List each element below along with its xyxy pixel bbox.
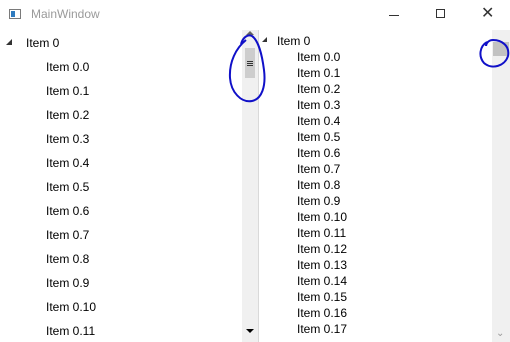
tree-child-item[interactable]: Item 0.16 bbox=[297, 306, 347, 320]
tree-child-item[interactable]: Item 0.17 bbox=[297, 322, 347, 336]
tree-child-item[interactable]: Item 0.8 bbox=[46, 252, 89, 266]
tree-child-item[interactable]: Item 0.4 bbox=[46, 156, 89, 170]
tree-child-item[interactable]: Item 0.3 bbox=[46, 132, 89, 146]
close-button[interactable]: ✕ bbox=[464, 0, 510, 30]
tree-child-item[interactable]: Item 0.2 bbox=[46, 108, 89, 122]
tree-child-item[interactable]: Item 0.5 bbox=[297, 130, 340, 144]
left-scrollbar-thumb[interactable] bbox=[245, 48, 255, 78]
tree-child-item[interactable]: Item 0.12 bbox=[297, 242, 347, 256]
right-vertical-scrollbar[interactable] bbox=[492, 30, 510, 342]
tree-root-item[interactable]: Item 0 bbox=[277, 34, 310, 48]
tree-child-item[interactable]: Item 0.0 bbox=[46, 60, 89, 74]
maximize-button[interactable] bbox=[418, 0, 464, 30]
tree-child-item[interactable]: Item 0.10 bbox=[46, 300, 96, 314]
tree-child-item[interactable]: Item 0.15 bbox=[297, 290, 347, 304]
tree-child-item[interactable]: Item 0.0 bbox=[297, 50, 340, 64]
right-scrollbar-thumb[interactable] bbox=[493, 42, 509, 56]
minimize-icon bbox=[389, 15, 399, 16]
tree-child-item[interactable]: Item 0.5 bbox=[46, 180, 89, 194]
tree-child-item[interactable]: Item 0.10 bbox=[297, 210, 347, 224]
expanded-triangle-icon[interactable] bbox=[262, 37, 267, 42]
tree-root-item[interactable]: Item 0 bbox=[26, 36, 59, 50]
tree-child-item[interactable]: Item 0.1 bbox=[297, 66, 340, 80]
scroll-up-arrow-icon[interactable] bbox=[246, 31, 254, 35]
tree-child-item[interactable]: Item 0.7 bbox=[46, 228, 89, 242]
close-icon: ✕ bbox=[481, 5, 495, 22]
tree-child-item[interactable]: Item 0.3 bbox=[297, 98, 340, 112]
scroll-down-arrow-icon[interactable]: ⌄ bbox=[496, 328, 504, 339]
tree-child-item[interactable]: Item 0.1 bbox=[46, 84, 89, 98]
tree-child-item[interactable]: Item 0.13 bbox=[297, 258, 347, 272]
scroll-down-arrow-icon[interactable] bbox=[246, 329, 254, 333]
left-tree-view[interactable]: Item 0 Item 0.0 Item 0.1 Item 0.2 Item 0.3 I… bbox=[0, 30, 242, 342]
tree-child-item[interactable]: Item 0.9 bbox=[297, 194, 340, 208]
tree-child-item[interactable]: Item 0.11 bbox=[46, 324, 95, 338]
window-icon bbox=[9, 9, 21, 19]
window-title: MainWindow bbox=[31, 7, 100, 21]
tree-child-item[interactable]: Item 0.6 bbox=[297, 146, 340, 160]
tree-child-item[interactable]: Item 0.4 bbox=[297, 114, 340, 128]
maximize-icon bbox=[436, 9, 445, 18]
right-tree-view[interactable]: Item 0 Item 0.0 Item 0.1 Item 0.2 Item 0.3 I… bbox=[259, 30, 492, 342]
expanded-triangle-icon[interactable] bbox=[6, 39, 12, 45]
tree-child-item[interactable]: Item 0.2 bbox=[297, 82, 340, 96]
tree-child-item[interactable]: Item 0.7 bbox=[297, 162, 340, 176]
tree-child-item[interactable]: Item 0.8 bbox=[297, 178, 340, 192]
tree-child-item[interactable]: Item 0.14 bbox=[297, 274, 347, 288]
minimize-button[interactable] bbox=[372, 0, 418, 30]
tree-child-item[interactable]: Item 0.6 bbox=[46, 204, 89, 218]
tree-child-item[interactable]: Item 0.11 bbox=[297, 226, 346, 240]
tree-child-item[interactable]: Item 0.9 bbox=[46, 276, 89, 290]
